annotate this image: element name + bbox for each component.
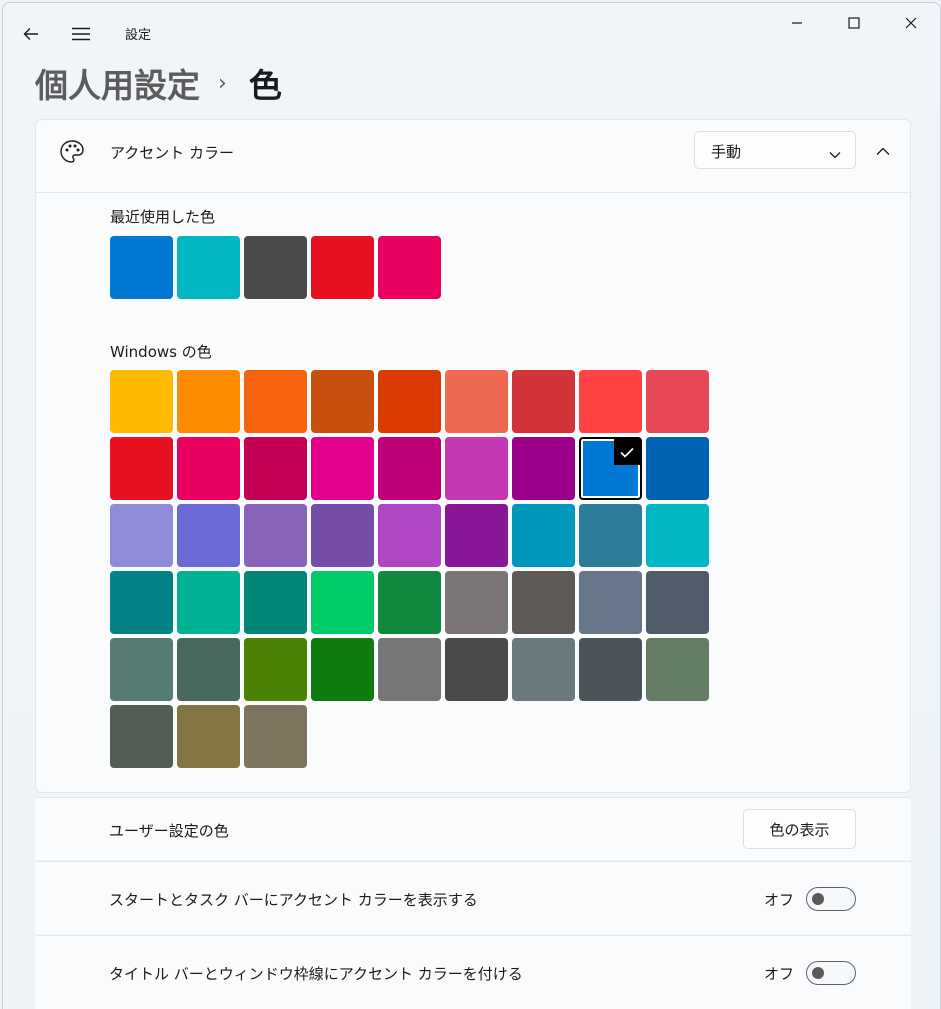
windows-color-swatch[interactable] (579, 638, 642, 701)
recent-color-swatch[interactable] (110, 236, 173, 299)
windows-color-swatch[interactable] (311, 504, 374, 567)
start-taskbar-toggle-state: オフ (764, 891, 795, 909)
windows-color-swatch[interactable] (646, 437, 709, 500)
recent-colors-label: 最近使用した色 (110, 208, 216, 226)
windows-color-swatch[interactable] (177, 504, 240, 567)
windows-color-swatch[interactable] (177, 571, 240, 634)
windows-color-swatch[interactable] (646, 504, 709, 567)
windows-color-swatch[interactable] (445, 437, 508, 500)
settings-content: アクセント カラー 手動 最近使用した色 Windows の色 ユーザー設定の色… (35, 119, 911, 1009)
windows-color-swatch[interactable] (110, 571, 173, 634)
palette-icon (58, 138, 86, 166)
windows-color-swatch[interactable] (445, 504, 508, 567)
custom-color-label: ユーザー設定の色 (109, 822, 229, 840)
windows-color-swatch[interactable] (244, 705, 307, 768)
title-bar-toggle[interactable] (806, 961, 856, 985)
windows-colors-label: Windows の色 (110, 343, 212, 361)
breadcrumb-parent[interactable]: 個人用設定 (35, 59, 200, 107)
windows-color-swatch[interactable] (110, 504, 173, 567)
windows-color-swatch[interactable] (177, 437, 240, 500)
windows-color-swatch[interactable] (445, 370, 508, 433)
title-bar: 設定 (3, 3, 940, 55)
windows-color-swatch[interactable] (244, 437, 307, 500)
close-icon[interactable] (883, 3, 939, 43)
windows-color-swatch[interactable] (177, 638, 240, 701)
windows-color-swatch[interactable] (579, 504, 642, 567)
windows-color-swatch[interactable] (244, 504, 307, 567)
windows-color-swatch[interactable] (512, 437, 575, 500)
windows-color-swatch[interactable] (311, 571, 374, 634)
windows-color-swatch[interactable] (244, 571, 307, 634)
windows-color-swatch[interactable] (311, 437, 374, 500)
windows-color-swatch[interactable] (311, 370, 374, 433)
windows-color-swatch[interactable] (579, 571, 642, 634)
windows-color-swatch[interactable] (244, 370, 307, 433)
windows-color-swatch[interactable] (646, 638, 709, 701)
checkmark-icon (614, 439, 640, 465)
windows-color-swatch[interactable] (378, 638, 441, 701)
windows-color-swatch[interactable] (110, 638, 173, 701)
windows-color-swatch[interactable] (110, 370, 173, 433)
windows-color-swatch[interactable] (378, 504, 441, 567)
windows-color-swatch[interactable] (445, 571, 508, 634)
windows-color-swatch[interactable] (512, 571, 575, 634)
chevron-up-icon[interactable] (868, 136, 898, 166)
back-arrow-icon[interactable] (11, 15, 51, 53)
recent-color-swatch[interactable] (244, 236, 307, 299)
windows-color-swatch[interactable] (646, 370, 709, 433)
windows-color-swatch[interactable] (177, 370, 240, 433)
recent-colors-row (110, 236, 441, 299)
windows-color-swatch[interactable] (110, 705, 173, 768)
title-bar-accent-label: タイトル バーとウィンドウ枠線にアクセント カラーを付ける (109, 965, 523, 983)
start-taskbar-accent-label: スタートとタスク バーにアクセント カラーを表示する (109, 891, 478, 909)
minimize-icon[interactable] (769, 3, 825, 43)
toggle-knob (812, 893, 824, 905)
chevron-right-icon: › (218, 70, 227, 96)
chevron-down-icon (829, 144, 841, 163)
page-title: 色 (248, 66, 282, 105)
windows-color-swatch[interactable] (378, 370, 441, 433)
windows-color-swatch-selected[interactable] (579, 437, 642, 500)
recent-color-swatch[interactable] (311, 236, 374, 299)
breadcrumb: 個人用設定 › 色 (35, 60, 282, 106)
windows-color-swatch[interactable] (378, 437, 441, 500)
maximize-icon[interactable] (826, 3, 882, 43)
recent-color-swatch[interactable] (177, 236, 240, 299)
start-taskbar-toggle[interactable] (806, 887, 856, 911)
start-taskbar-accent-row: スタートとタスク バーにアクセント カラーを表示する オフ (35, 861, 911, 934)
windows-color-swatch[interactable] (378, 571, 441, 634)
custom-color-row: ユーザー設定の色 色の表示 (35, 797, 911, 860)
accent-mode-dropdown[interactable]: 手動 (694, 131, 856, 169)
view-colors-button[interactable]: 色の表示 (743, 809, 856, 849)
toggle-knob (812, 967, 824, 979)
accent-color-header[interactable]: アクセント カラー 手動 (36, 120, 910, 193)
accent-color-label: アクセント カラー (110, 144, 235, 162)
settings-window: 設定 個人用設定 › 色 アクセント カラー 手動 最近使用した色 Window… (2, 2, 941, 1009)
recent-color-swatch[interactable] (378, 236, 441, 299)
app-title: 設定 (125, 28, 152, 43)
windows-color-swatch[interactable] (110, 437, 173, 500)
windows-color-swatch[interactable] (177, 705, 240, 768)
windows-color-swatch[interactable] (512, 504, 575, 567)
windows-color-swatch[interactable] (512, 638, 575, 701)
windows-color-swatch[interactable] (646, 571, 709, 634)
accent-color-card: アクセント カラー 手動 最近使用した色 Windows の色 (35, 119, 911, 793)
accent-mode-value: 手動 (711, 143, 742, 161)
title-bar-toggle-state: オフ (764, 965, 795, 983)
windows-color-swatch[interactable] (311, 638, 374, 701)
title-bar-accent-row: タイトル バーとウィンドウ枠線にアクセント カラーを付ける オフ (35, 935, 911, 1009)
windows-color-swatch[interactable] (512, 370, 575, 433)
hamburger-menu-icon[interactable] (61, 15, 101, 53)
windows-color-swatch[interactable] (445, 638, 508, 701)
windows-color-swatch[interactable] (579, 370, 642, 433)
windows-color-swatch[interactable] (244, 638, 307, 701)
